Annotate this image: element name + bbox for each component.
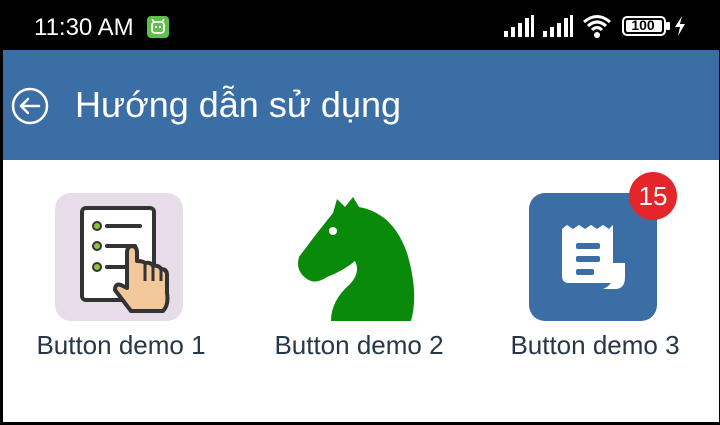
- app-notification-icon: [147, 16, 169, 38]
- app-bar: Hướng dẫn sử dụng: [3, 50, 719, 160]
- signal-icon: [503, 14, 535, 38]
- button-demo-2[interactable]: Button demo 2: [259, 160, 459, 370]
- button-demo-1[interactable]: Button demo 1: [21, 160, 221, 370]
- tile-label: Button demo 3: [510, 330, 680, 360]
- content-area: Button demo 1 Button demo 2 Button demo …: [3, 160, 719, 422]
- chess-knight-icon: [293, 193, 421, 321]
- notification-badge: 15: [629, 172, 677, 220]
- status-time: 11:30 AM: [34, 14, 134, 41]
- signal-icon: [542, 14, 574, 38]
- screen: 11:30 AM 100 Hướng dẫn sử dụng Button de…: [0, 0, 720, 425]
- back-button[interactable]: [11, 87, 49, 125]
- wifi-icon: [582, 13, 612, 39]
- battery-level: 100: [631, 17, 655, 33]
- page-title: Hướng dẫn sử dụng: [75, 84, 402, 125]
- status-bar: 11:30 AM 100: [0, 0, 720, 50]
- tile-label: Button demo 1: [36, 330, 206, 360]
- tile-label: Button demo 2: [274, 330, 444, 360]
- charging-bolt-icon: [674, 16, 686, 36]
- checklist-hand-icon: [55, 193, 183, 321]
- back-circle-arrow-icon: [11, 87, 49, 125]
